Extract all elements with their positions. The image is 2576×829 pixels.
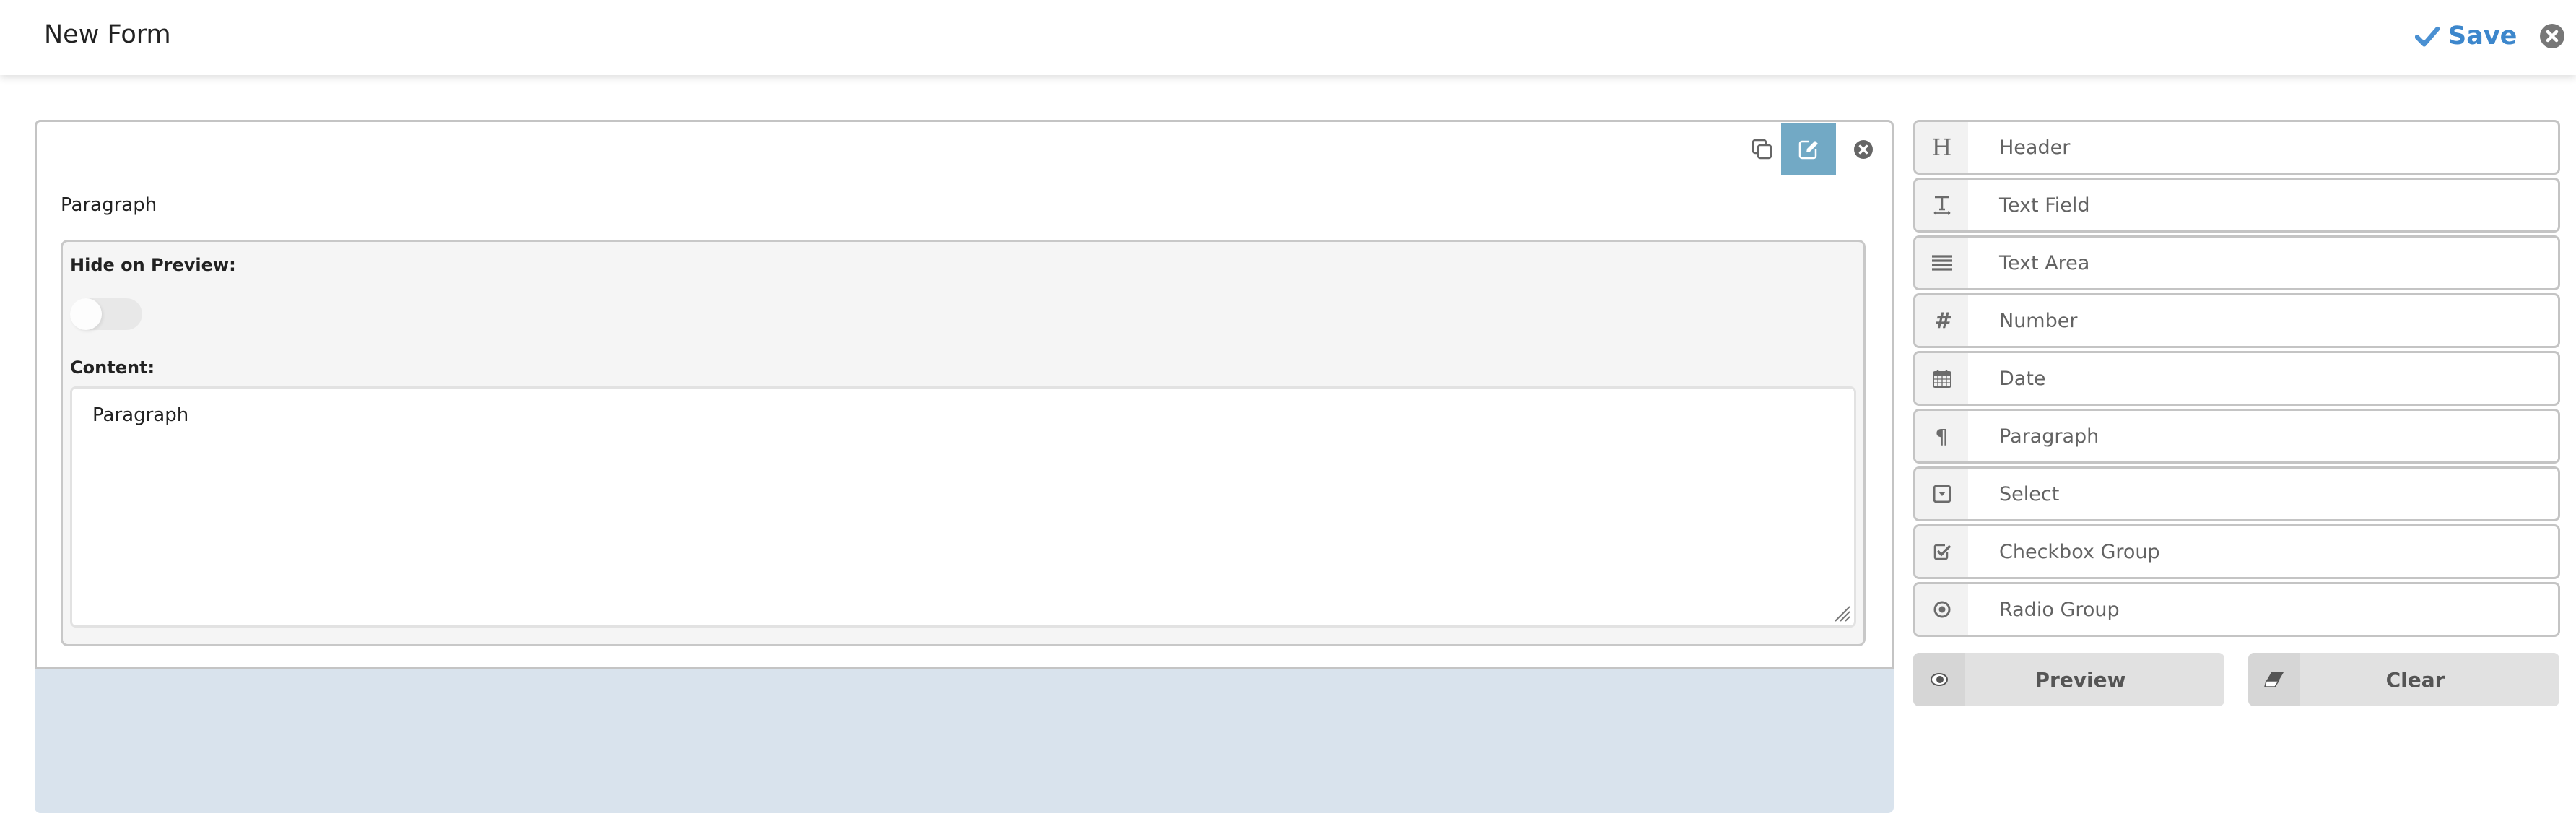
clear-label: Clear	[2385, 667, 2445, 692]
hash-icon: #	[1915, 295, 1968, 346]
calendar-icon	[1915, 353, 1968, 404]
palette-item-date[interactable]: Date	[1913, 351, 2560, 406]
page-title: New Form	[44, 20, 171, 49]
palette-item-label: Date	[1999, 367, 2046, 390]
copy-icon	[1752, 139, 1772, 160]
eye-icon	[1913, 653, 1965, 706]
toggle-knob	[70, 298, 102, 330]
radio-icon	[1915, 584, 1968, 635]
header-icon: H	[1915, 122, 1968, 173]
check-icon	[2415, 26, 2440, 47]
clear-button[interactable]: Clear	[2248, 653, 2559, 706]
close-form-button[interactable]	[2540, 24, 2564, 48]
close-circle-icon	[1854, 140, 1873, 159]
palette-item-label: Text Area	[1999, 251, 2090, 274]
hide-on-preview-toggle[interactable]	[70, 298, 142, 330]
palette-item-paragraph[interactable]: ¶ Paragraph	[1913, 409, 2560, 464]
hide-on-preview-label: Hide on Preview:	[70, 255, 236, 275]
field-label: Paragraph	[61, 194, 157, 216]
resize-handle-icon[interactable]	[1832, 604, 1851, 622]
palette-item-text-field[interactable]: Text Field	[1913, 178, 2560, 233]
delete-field-button[interactable]	[1836, 123, 1891, 175]
field-properties-panel: Hide on Preview: Content: Paragraph	[61, 240, 1866, 646]
palette-item-label: Paragraph	[1999, 425, 2099, 448]
palette-item-label: Radio Group	[1999, 598, 2120, 621]
edit-field-button[interactable]	[1781, 123, 1836, 175]
top-bar: New Form Save	[0, 0, 2576, 75]
content-label: Content:	[70, 357, 155, 378]
palette-item-label: Number	[1999, 309, 2078, 332]
palette-item-label: Checkbox Group	[1999, 540, 2160, 563]
palette-item-label: Select	[1999, 482, 2060, 505]
preview-label: Preview	[2035, 667, 2126, 692]
close-circle-icon	[2540, 24, 2564, 48]
checkbox-icon	[1915, 526, 1968, 577]
eraser-icon	[2248, 653, 2300, 706]
preview-button[interactable]: Preview	[1913, 653, 2224, 706]
content-textarea[interactable]: Paragraph	[70, 386, 1856, 628]
content-value: Paragraph	[92, 404, 189, 426]
field-editor-card: Paragraph Hide on Preview: Content: Para…	[35, 120, 1894, 669]
field-palette: H Header Text Field Text Area # Number D…	[1913, 120, 2560, 640]
text-area-icon	[1915, 238, 1968, 288]
save-label: Save	[2448, 22, 2518, 51]
palette-item-header[interactable]: H Header	[1913, 120, 2560, 175]
palette-item-radio-group[interactable]: Radio Group	[1913, 582, 2560, 637]
palette-item-text-area[interactable]: Text Area	[1913, 235, 2560, 290]
palette-item-checkbox-group[interactable]: Checkbox Group	[1913, 524, 2560, 579]
palette-item-select[interactable]: Select	[1913, 466, 2560, 521]
palette-item-label: Text Field	[1999, 194, 2090, 217]
palette-item-label: Header	[1999, 136, 2071, 159]
text-field-icon	[1915, 180, 1968, 230]
save-button[interactable]: Save	[2415, 17, 2517, 55]
paragraph-icon: ¶	[1915, 411, 1968, 461]
select-icon	[1915, 469, 1968, 519]
edit-icon	[1798, 140, 1818, 160]
palette-item-number[interactable]: # Number	[1913, 293, 2560, 348]
